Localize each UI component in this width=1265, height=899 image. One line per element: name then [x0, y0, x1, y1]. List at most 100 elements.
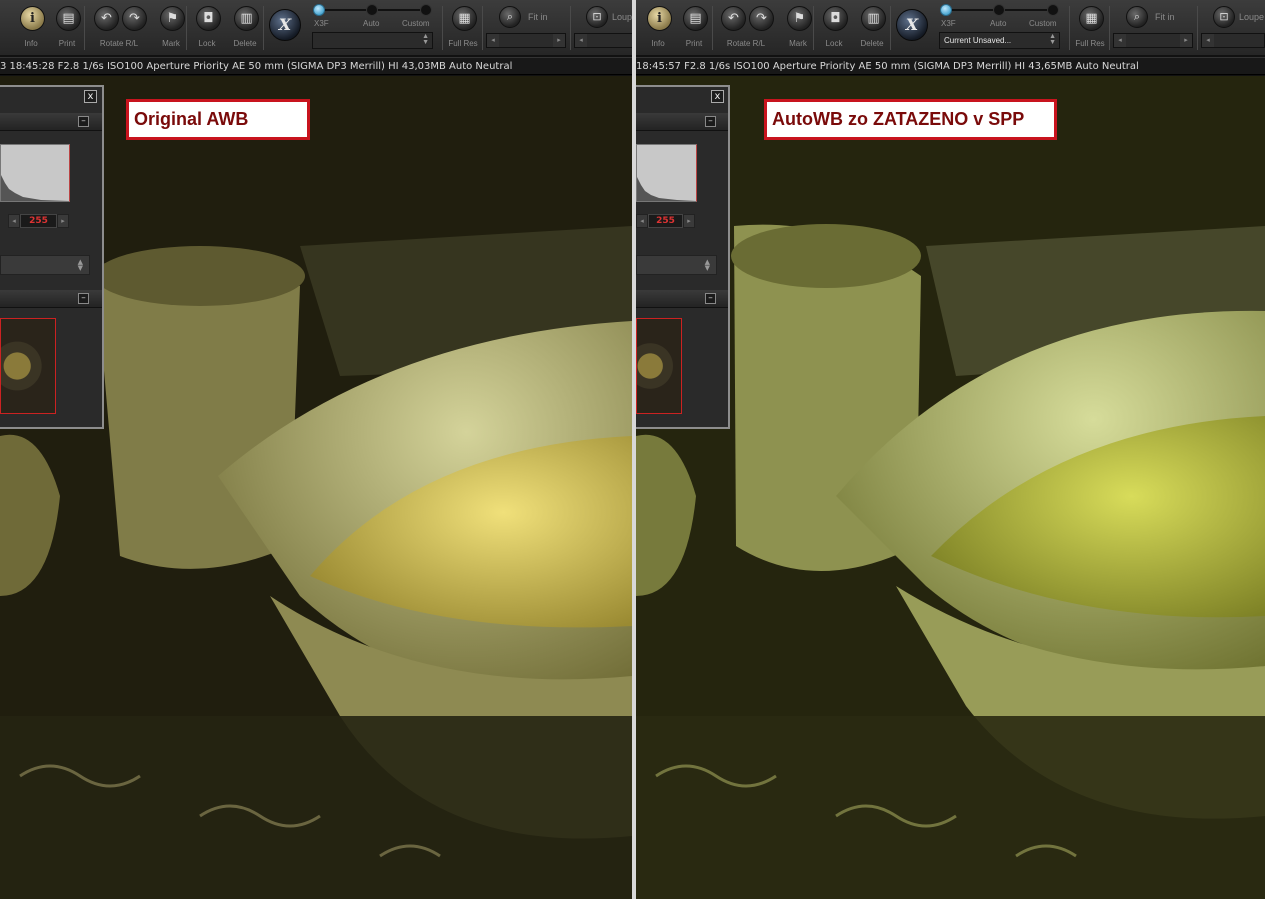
separator	[1109, 6, 1110, 50]
navigator-thumbnail[interactable]	[0, 318, 56, 414]
separator	[570, 6, 571, 50]
print-icon: ▤	[56, 6, 81, 31]
right-pane: i Info ▤ Print ↶ ↷ Rotate R/L ⚑ Mark ◘ L…	[636, 0, 1265, 899]
minimize-icon[interactable]: –	[78, 116, 89, 127]
auto-label: Auto	[990, 19, 1007, 28]
x3f-label: X3F	[314, 19, 329, 28]
histogram-right-arrow[interactable]: ▸	[683, 214, 695, 228]
wb-slider-custom[interactable]	[420, 4, 432, 16]
minimize-icon[interactable]: –	[705, 116, 716, 127]
palette-window[interactable]: x – ◂ 255 ▸ ▲ ▼ –	[0, 85, 104, 429]
x-logo-icon[interactable]: X	[269, 9, 301, 41]
histogram-value[interactable]: 255	[20, 214, 57, 228]
separator	[482, 6, 483, 50]
flag-icon: ⚑	[787, 6, 812, 31]
caption-original-awb: Original AWB	[126, 99, 310, 140]
x3f-label: X3F	[941, 19, 956, 28]
wb-slider-custom[interactable]	[1047, 4, 1059, 16]
histogram-plot	[1, 175, 69, 201]
toolbar: i Info ▤ Print ↶ ↷ Rotate R/L ⚑ Mark ◘ L…	[636, 0, 1265, 56]
zoom-field[interactable]: ◂ ▸	[1113, 33, 1193, 48]
fit-in-label: Fit in	[528, 12, 548, 22]
rotate-label: Rotate R/L	[726, 39, 766, 48]
navigator-thumbnail[interactable]	[636, 318, 682, 414]
loupe-field[interactable]: ◂	[1201, 33, 1265, 48]
updown-arrow-icon: ▲ ▼	[422, 33, 429, 46]
magnifier-icon[interactable]: ⌕	[1126, 6, 1148, 28]
toolbar: i Info ▤ Print ↶ ↷ Rotate R/L ⚑ Mark ◘ L…	[0, 0, 632, 56]
preset-select[interactable]: ▲ ▼	[312, 32, 433, 49]
loupe-icon[interactable]: ⊡	[586, 6, 608, 28]
close-icon[interactable]: x	[711, 90, 724, 103]
photo-scene	[636, 76, 1265, 899]
separator	[890, 6, 891, 50]
info-icon: i	[20, 6, 45, 31]
separator	[84, 6, 85, 50]
zoom-left-arrow[interactable]: ◂	[1114, 34, 1126, 47]
print-icon: ▤	[683, 6, 708, 31]
updown-arrow-icon: ▲ ▼	[704, 258, 710, 272]
full-res-button[interactable]: ▦ Full Res	[1071, 4, 1109, 52]
lock-icon: ◘	[823, 6, 848, 31]
rotate-label: Rotate R/L	[99, 39, 139, 48]
minimize-icon[interactable]: –	[78, 293, 89, 304]
custom-label: Custom	[402, 19, 430, 28]
print-button[interactable]: ▤ Print	[48, 4, 86, 52]
wb-slider-x3f[interactable]	[313, 4, 325, 16]
histogram	[0, 144, 70, 202]
delete-button[interactable]: ▥ Delete	[226, 4, 264, 52]
histogram-left-arrow[interactable]: ◂	[8, 214, 20, 228]
rotate-right-icon: ↷	[749, 6, 774, 31]
zoom-right-arrow[interactable]: ▸	[553, 34, 565, 47]
trash-icon: ▥	[861, 6, 886, 31]
loupe-icon[interactable]: ⊡	[1213, 6, 1235, 28]
histogram-section-header[interactable]: –	[636, 113, 728, 131]
palette-select[interactable]: ▲ ▼	[636, 255, 717, 275]
caption-autowb-spp: AutoWB zo ZATAZENO v SPP	[764, 99, 1057, 140]
left-pane: i Info ▤ Print ↶ ↷ Rotate R/L ⚑ Mark ◘ L…	[0, 0, 632, 899]
print-button[interactable]: ▤ Print	[675, 4, 713, 52]
navigator-section-header[interactable]: –	[0, 290, 102, 308]
palette-window[interactable]: x – ◂ 255 ▸ ▲ ▼ –	[636, 85, 730, 429]
loupe-left-arrow[interactable]: ◂	[1202, 34, 1214, 47]
info-bar: 18:45:57 F2.8 1/6s ISO100 Aperture Prior…	[636, 57, 1265, 75]
magnifier-icon[interactable]: ⌕	[499, 6, 521, 28]
info-bar: 3 18:45:28 F2.8 1/6s ISO100 Aperture Pri…	[0, 57, 632, 75]
loupe-field[interactable]: ◂	[574, 33, 632, 48]
wb-slider-auto[interactable]	[993, 4, 1005, 16]
preset-value: Current Unsaved...	[944, 36, 1012, 45]
updown-arrow-icon: ▲ ▼	[77, 258, 83, 272]
zoom-field[interactable]: ◂ ▸	[486, 33, 566, 48]
histogram-left-arrow[interactable]: ◂	[636, 214, 648, 228]
trash-icon: ▥	[234, 6, 259, 31]
separator	[263, 6, 264, 50]
info-icon: i	[647, 6, 672, 31]
loupe-label: Loupe	[1239, 12, 1265, 22]
updown-arrow-icon: ▲ ▼	[1049, 33, 1056, 46]
navigator-section-header[interactable]: –	[636, 290, 728, 308]
close-icon[interactable]: x	[84, 90, 97, 103]
wb-slider-auto[interactable]	[366, 4, 378, 16]
separator	[1197, 6, 1198, 50]
zoom-left-arrow[interactable]: ◂	[487, 34, 499, 47]
lock-icon: ◘	[196, 6, 221, 31]
rotate-right-icon: ↷	[122, 6, 147, 31]
histogram-value[interactable]: 255	[648, 214, 683, 228]
preset-select[interactable]: Current Unsaved... ▲ ▼	[939, 32, 1060, 49]
wb-slider-x3f[interactable]	[940, 4, 952, 16]
zoom-right-arrow[interactable]: ▸	[1180, 34, 1192, 47]
palette-select[interactable]: ▲ ▼	[0, 255, 90, 275]
custom-label: Custom	[1029, 19, 1057, 28]
histogram-plot	[637, 177, 696, 201]
histogram-section-header[interactable]: –	[0, 113, 102, 131]
full-res-button[interactable]: ▦ Full Res	[444, 4, 482, 52]
full-res-icon: ▦	[452, 6, 477, 31]
photo-autowb-spp	[636, 76, 1265, 899]
fit-in-label: Fit in	[1155, 12, 1175, 22]
x-logo-icon[interactable]: X	[896, 9, 928, 41]
histogram	[636, 144, 697, 202]
histogram-right-arrow[interactable]: ▸	[57, 214, 69, 228]
minimize-icon[interactable]: –	[705, 293, 716, 304]
delete-button[interactable]: ▥ Delete	[853, 4, 891, 52]
loupe-left-arrow[interactable]: ◂	[575, 34, 587, 47]
